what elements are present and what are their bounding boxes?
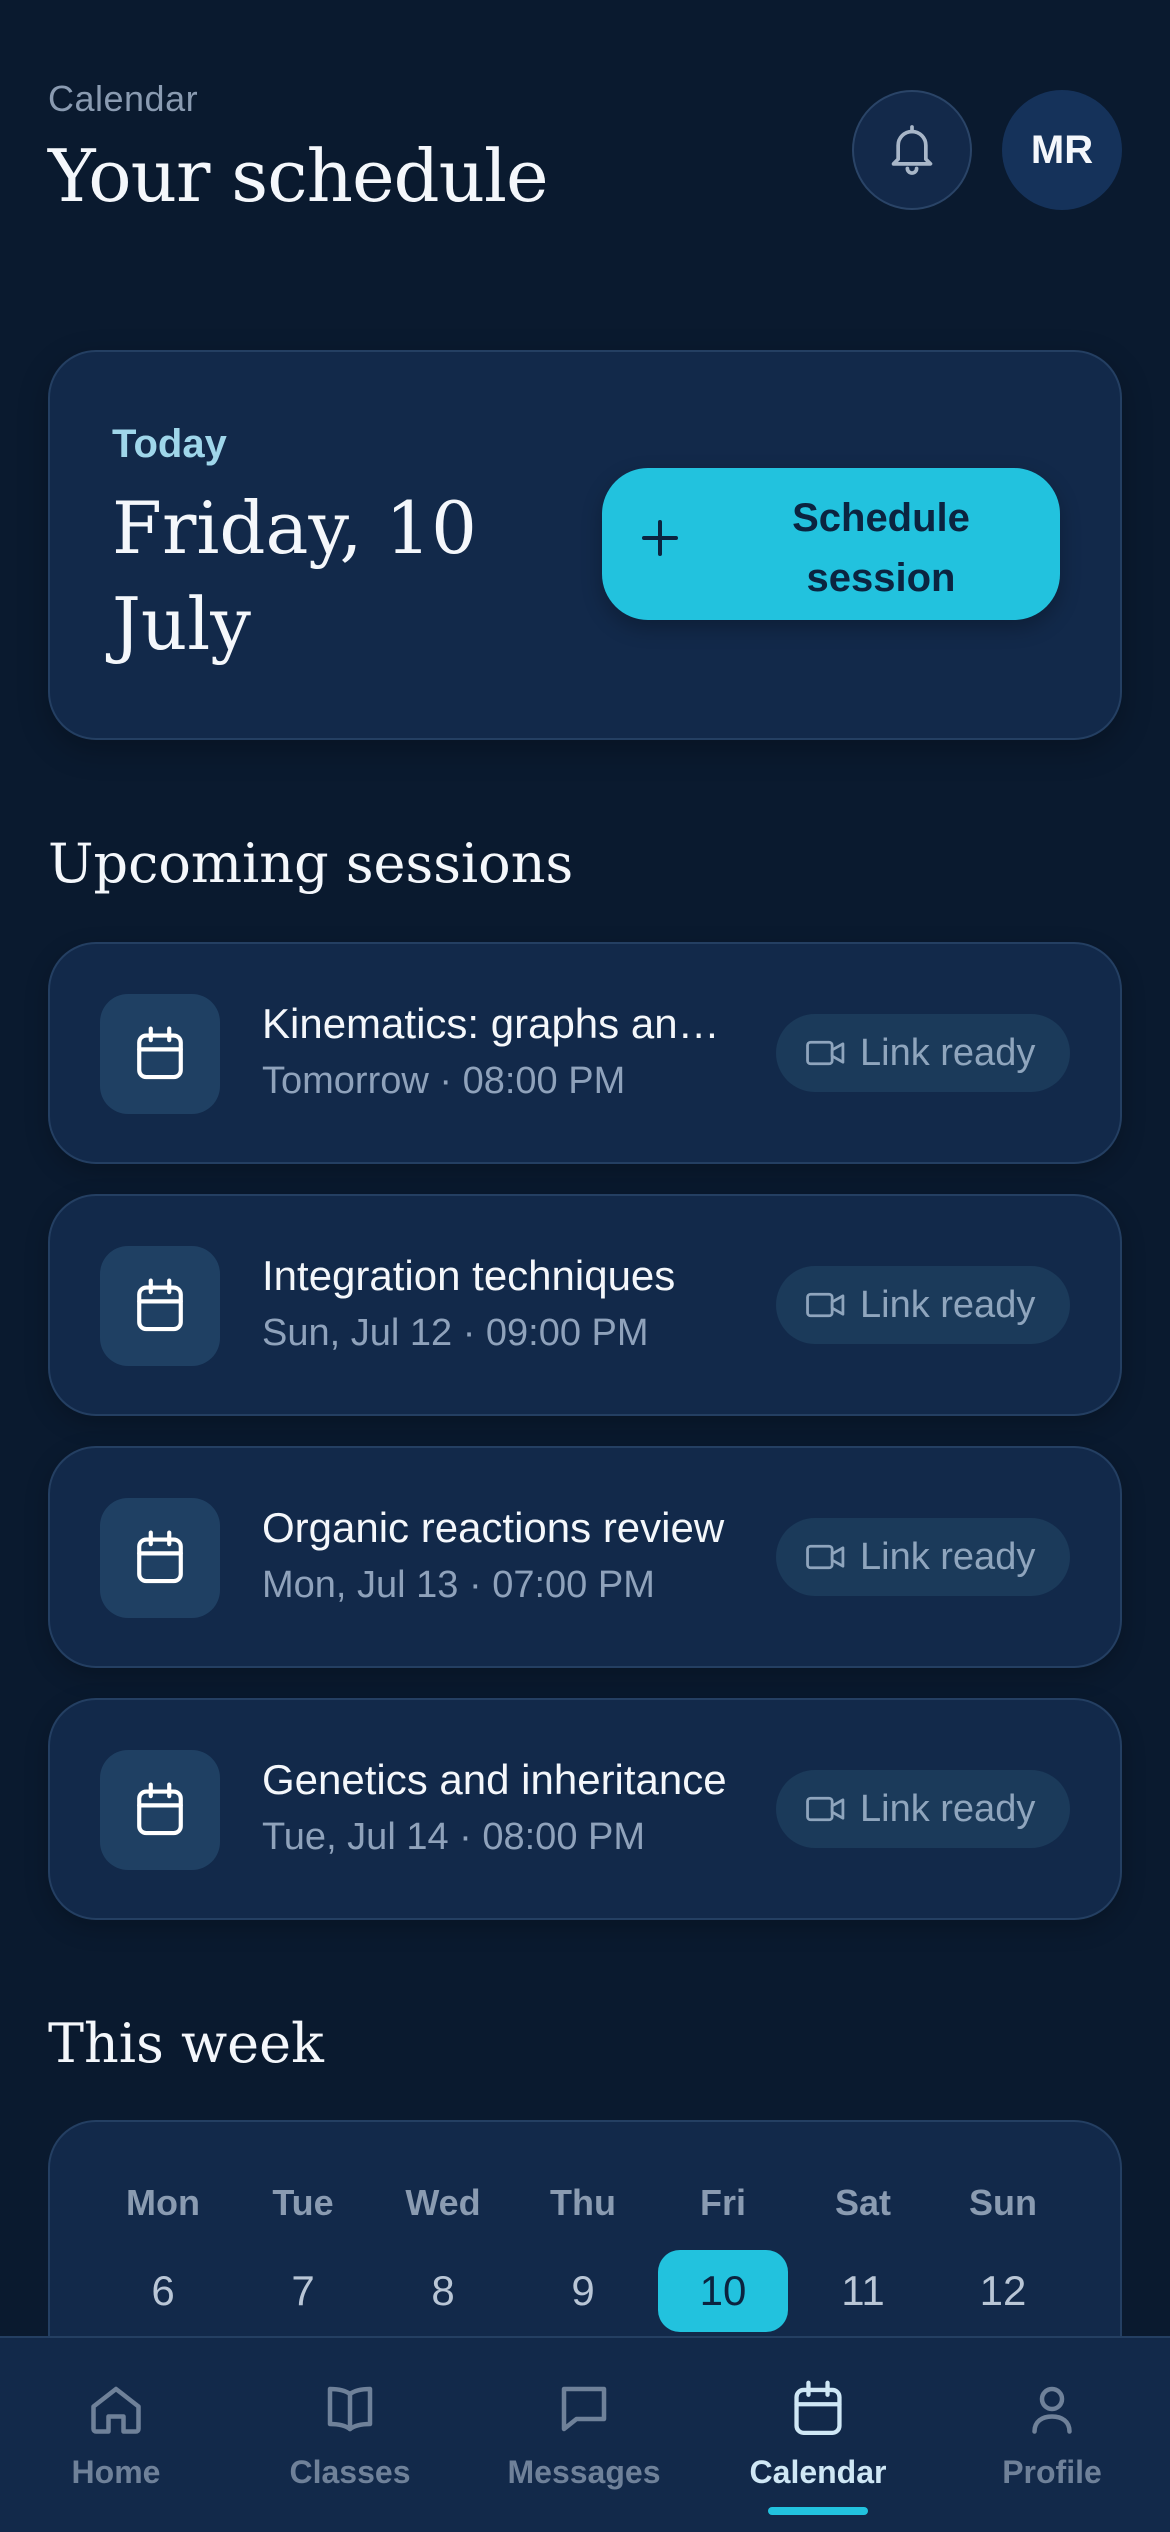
session-card[interactable]: Organic reactions review Mon, Jul 13 · 0… — [48, 1446, 1122, 1668]
link-ready-button[interactable]: Link ready — [776, 1014, 1070, 1092]
nav-item-profile[interactable]: Profile — [962, 2374, 1142, 2491]
session-time: Mon, Jul 13 · 07:00 PM — [262, 1564, 655, 1606]
avatar[interactable]: MR — [1002, 90, 1122, 210]
week-day-date-selected: 10 — [658, 2250, 788, 2332]
week-day-name: Wed — [405, 2182, 481, 2223]
user-icon — [1032, 2386, 1072, 2434]
video-icon — [806, 1544, 845, 1570]
link-ready-label: Link ready — [860, 1535, 1036, 1578]
week-day-name: Thu — [550, 2182, 616, 2223]
session-card[interactable]: Kinematics: graphs and motion Tomorrow ·… — [48, 942, 1122, 1164]
schedule-session-button[interactable]: Schedule session — [602, 468, 1060, 620]
week-day-name: Mon — [126, 2182, 200, 2223]
session-card[interactable]: Integration techniques Sun, Jul 12 · 09:… — [48, 1194, 1122, 1416]
session-time: Sun, Jul 12 · 09:00 PM — [262, 1312, 649, 1354]
link-ready-label: Link ready — [860, 1283, 1036, 1326]
link-ready-button[interactable]: Link ready — [776, 1266, 1070, 1344]
nav-label: Messages — [507, 2454, 661, 2490]
today-date: Friday, 10 July — [112, 486, 477, 666]
active-tab-indicator — [768, 2507, 868, 2515]
nav-label: Home — [71, 2454, 161, 2490]
session-time: Tomorrow · 08:00 PM — [262, 1060, 626, 1102]
session-icon-tile — [100, 1750, 220, 1870]
nav-item-home[interactable]: Home — [26, 2374, 206, 2491]
week-day-tue[interactable]: Tue 7 — [238, 2182, 368, 2332]
calendar-icon — [137, 1782, 183, 1836]
week-day-date: 8 — [431, 2267, 455, 2314]
notifications-button[interactable] — [852, 90, 972, 210]
session-title: Kinematics: graphs and motion — [262, 1000, 732, 1047]
session-time: Tue, Jul 14 · 08:00 PM — [262, 1816, 646, 1858]
week-day-date: 6 — [151, 2267, 175, 2314]
session-title: Genetics and inheritance — [262, 1756, 727, 1803]
schedule-session-label: Schedule session — [792, 496, 970, 600]
session-card[interactable]: Genetics and inheritance Tue, Jul 14 · 0… — [48, 1698, 1122, 1920]
week-day-name: Sat — [834, 2182, 892, 2223]
upcoming-sessions-title: Upcoming sessions — [48, 832, 574, 895]
week-day-wed[interactable]: Wed 8 — [378, 2182, 508, 2332]
bottom-nav: Home Classes Messages Calendar Profile — [0, 2336, 1170, 2532]
week-day-name: Tue — [272, 2182, 334, 2223]
week-day-date: 7 — [291, 2267, 315, 2314]
session-icon-tile — [100, 994, 220, 1114]
week-day-date: 12 — [979, 2267, 1027, 2314]
session-title: Integration techniques — [262, 1252, 676, 1299]
this-week-title: This week — [48, 2012, 324, 2075]
week-day-fri[interactable]: Fri 10 — [658, 2182, 788, 2332]
week-day-sun[interactable]: Sun 12 — [938, 2182, 1068, 2332]
today-card: Today Friday, 10 July Schedule session — [48, 350, 1122, 740]
bell-icon — [891, 125, 933, 175]
book-icon — [327, 2386, 373, 2432]
week-day-mon[interactable]: Mon 6 — [98, 2182, 228, 2332]
calendar-icon — [137, 1026, 183, 1080]
nav-label: Calendar — [749, 2454, 887, 2490]
calendar-icon — [137, 1278, 183, 1332]
nav-item-classes[interactable]: Classes — [260, 2374, 440, 2491]
link-ready-button[interactable]: Link ready — [776, 1770, 1070, 1848]
nav-item-messages[interactable]: Messages — [494, 2374, 674, 2491]
calendar-icon — [794, 2380, 842, 2435]
today-label: Today — [112, 422, 227, 466]
video-icon — [806, 1292, 845, 1318]
nav-label: Classes — [289, 2454, 411, 2490]
session-title: Organic reactions review — [262, 1504, 725, 1551]
link-ready-button[interactable]: Link ready — [776, 1518, 1070, 1596]
page-eyebrow: Calendar — [48, 78, 199, 119]
plus-icon — [642, 520, 678, 556]
video-icon — [806, 1040, 845, 1066]
nav-item-calendar[interactable]: Calendar — [728, 2374, 908, 2515]
nav-label: Profile — [1002, 2454, 1102, 2490]
link-ready-label: Link ready — [860, 1787, 1036, 1830]
page-header: Calendar Your schedule MR — [48, 78, 1122, 228]
week-day-sat[interactable]: Sat 11 — [798, 2182, 928, 2332]
calendar-icon — [137, 1530, 183, 1584]
video-icon — [806, 1796, 845, 1822]
week-day-name: Sun — [969, 2182, 1037, 2223]
session-icon-tile — [100, 1246, 220, 1366]
session-icon-tile — [100, 1498, 220, 1618]
week-day-name: Fri — [699, 2182, 746, 2223]
week-day-date: 9 — [571, 2267, 595, 2314]
week-day-thu[interactable]: Thu 9 — [518, 2182, 648, 2332]
message-icon — [561, 2386, 607, 2432]
home-icon — [91, 2386, 141, 2434]
link-ready-label: Link ready — [860, 1031, 1036, 1074]
week-day-date: 11 — [841, 2267, 885, 2314]
